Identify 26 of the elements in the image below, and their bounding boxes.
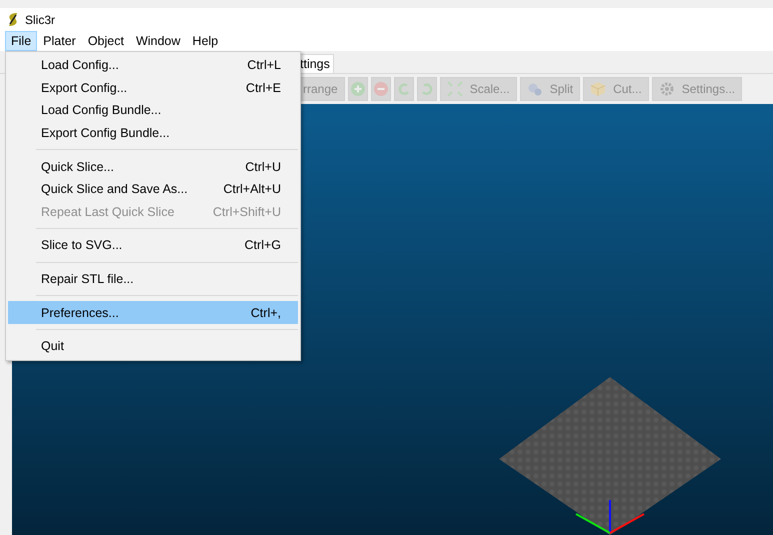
menu-item[interactable]: Repair STL file...: [8, 268, 298, 290]
gear-icon: [658, 81, 675, 97]
menu-bar-item[interactable]: Window: [130, 31, 186, 51]
minus-icon: [374, 82, 388, 96]
rotate-right-icon: [420, 82, 434, 96]
menu-item[interactable]: Quick Slice and Save As... Ctrl+Alt+U: [8, 178, 298, 201]
split-icon: [526, 81, 543, 97]
rotate-left-icon: [396, 82, 411, 96]
menu-bar-item[interactable]: Plater: [37, 31, 82, 51]
menu-item[interactable]: Quick Slice... Ctrl+U: [8, 155, 298, 178]
axes-drawing: [576, 500, 644, 534]
menu-bar-item[interactable]: Help: [186, 31, 224, 51]
expand-arrows-icon: [446, 81, 463, 97]
menu-item[interactable]: Load Config... Ctrl+L: [8, 54, 298, 77]
menu-item[interactable]: Preferences... Ctrl+,: [8, 301, 298, 324]
menu-item[interactable]: Slice to SVG... Ctrl+G: [8, 234, 298, 257]
cube-icon: [590, 81, 606, 97]
app-logo-icon: [7, 12, 19, 27]
menu-item[interactable]: Quit: [8, 334, 298, 358]
menu-item[interactable]: Load Config Bundle...: [8, 99, 298, 122]
menu-item[interactable]: Export Config... Ctrl+E: [8, 76, 298, 100]
plus-icon: [350, 82, 365, 96]
menu-item[interactable]: Export Config Bundle...: [8, 122, 298, 144]
menu-bar-item[interactable]: Object: [82, 31, 130, 51]
menu-bar-item[interactable]: File: [5, 31, 38, 51]
window-title: Slic3r: [25, 12, 56, 26]
